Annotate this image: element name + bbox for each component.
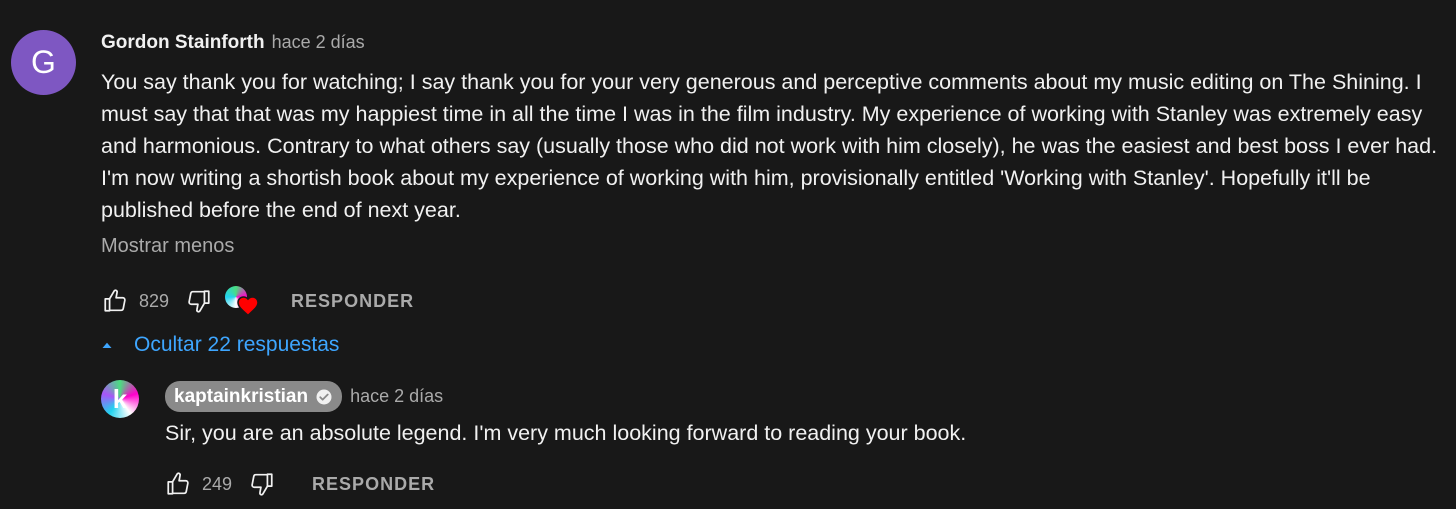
creator-heart-badge[interactable] — [225, 284, 261, 318]
reply-author-avatar[interactable]: k — [101, 380, 139, 418]
reply-author: kaptainkristian — [174, 385, 309, 407]
comment-time[interactable]: hace 2 días — [272, 32, 365, 53]
thumbs-down-icon — [251, 473, 273, 496]
channel-owner-chip[interactable]: kaptainkristian — [165, 381, 343, 412]
thumbs-up-icon — [104, 289, 126, 312]
comment-author[interactable]: Gordon Stainforth — [101, 32, 265, 54]
reply-reply-button[interactable]: RESPONDER — [312, 474, 435, 495]
reply-body: Sir, you are an absolute legend. I'm ver… — [165, 421, 967, 445]
reply-like-count: 249 — [202, 473, 233, 494]
reply-actions: 249 RESPONDER — [164, 470, 435, 498]
show-less-button[interactable]: Mostrar menos — [101, 235, 234, 258]
reply-time[interactable]: hace 2 días — [350, 386, 443, 407]
comment-header: Gordon Stainforth hace 2 días — [101, 32, 365, 54]
caret-up-icon — [102, 342, 112, 348]
avatar-letter: G — [31, 44, 56, 80]
reply-button[interactable]: RESPONDER — [291, 291, 414, 312]
reply-dislike-button[interactable] — [248, 470, 276, 498]
thumbs-up-icon — [167, 472, 189, 495]
comment-body: You say thank you for watching; I say th… — [101, 70, 1438, 222]
verified-check-icon — [316, 389, 332, 404]
author-avatar[interactable]: G — [11, 30, 76, 95]
comment-actions: 829 RESPONDER — [101, 284, 414, 318]
thumbs-down-icon — [188, 290, 210, 313]
like-count: 829 — [139, 290, 170, 311]
hide-replies-button[interactable]: Ocultar 22 respuestas — [98, 333, 339, 357]
reply-avatar-letter: k — [112, 383, 128, 414]
reply-like-button[interactable] — [164, 470, 192, 498]
hide-replies-label: Ocultar 22 respuestas — [134, 333, 340, 356]
dislike-button[interactable] — [185, 287, 213, 315]
reply-header: kaptainkristian hace 2 días — [165, 381, 443, 412]
heart-icon — [237, 296, 259, 317]
like-button[interactable] — [101, 287, 129, 315]
